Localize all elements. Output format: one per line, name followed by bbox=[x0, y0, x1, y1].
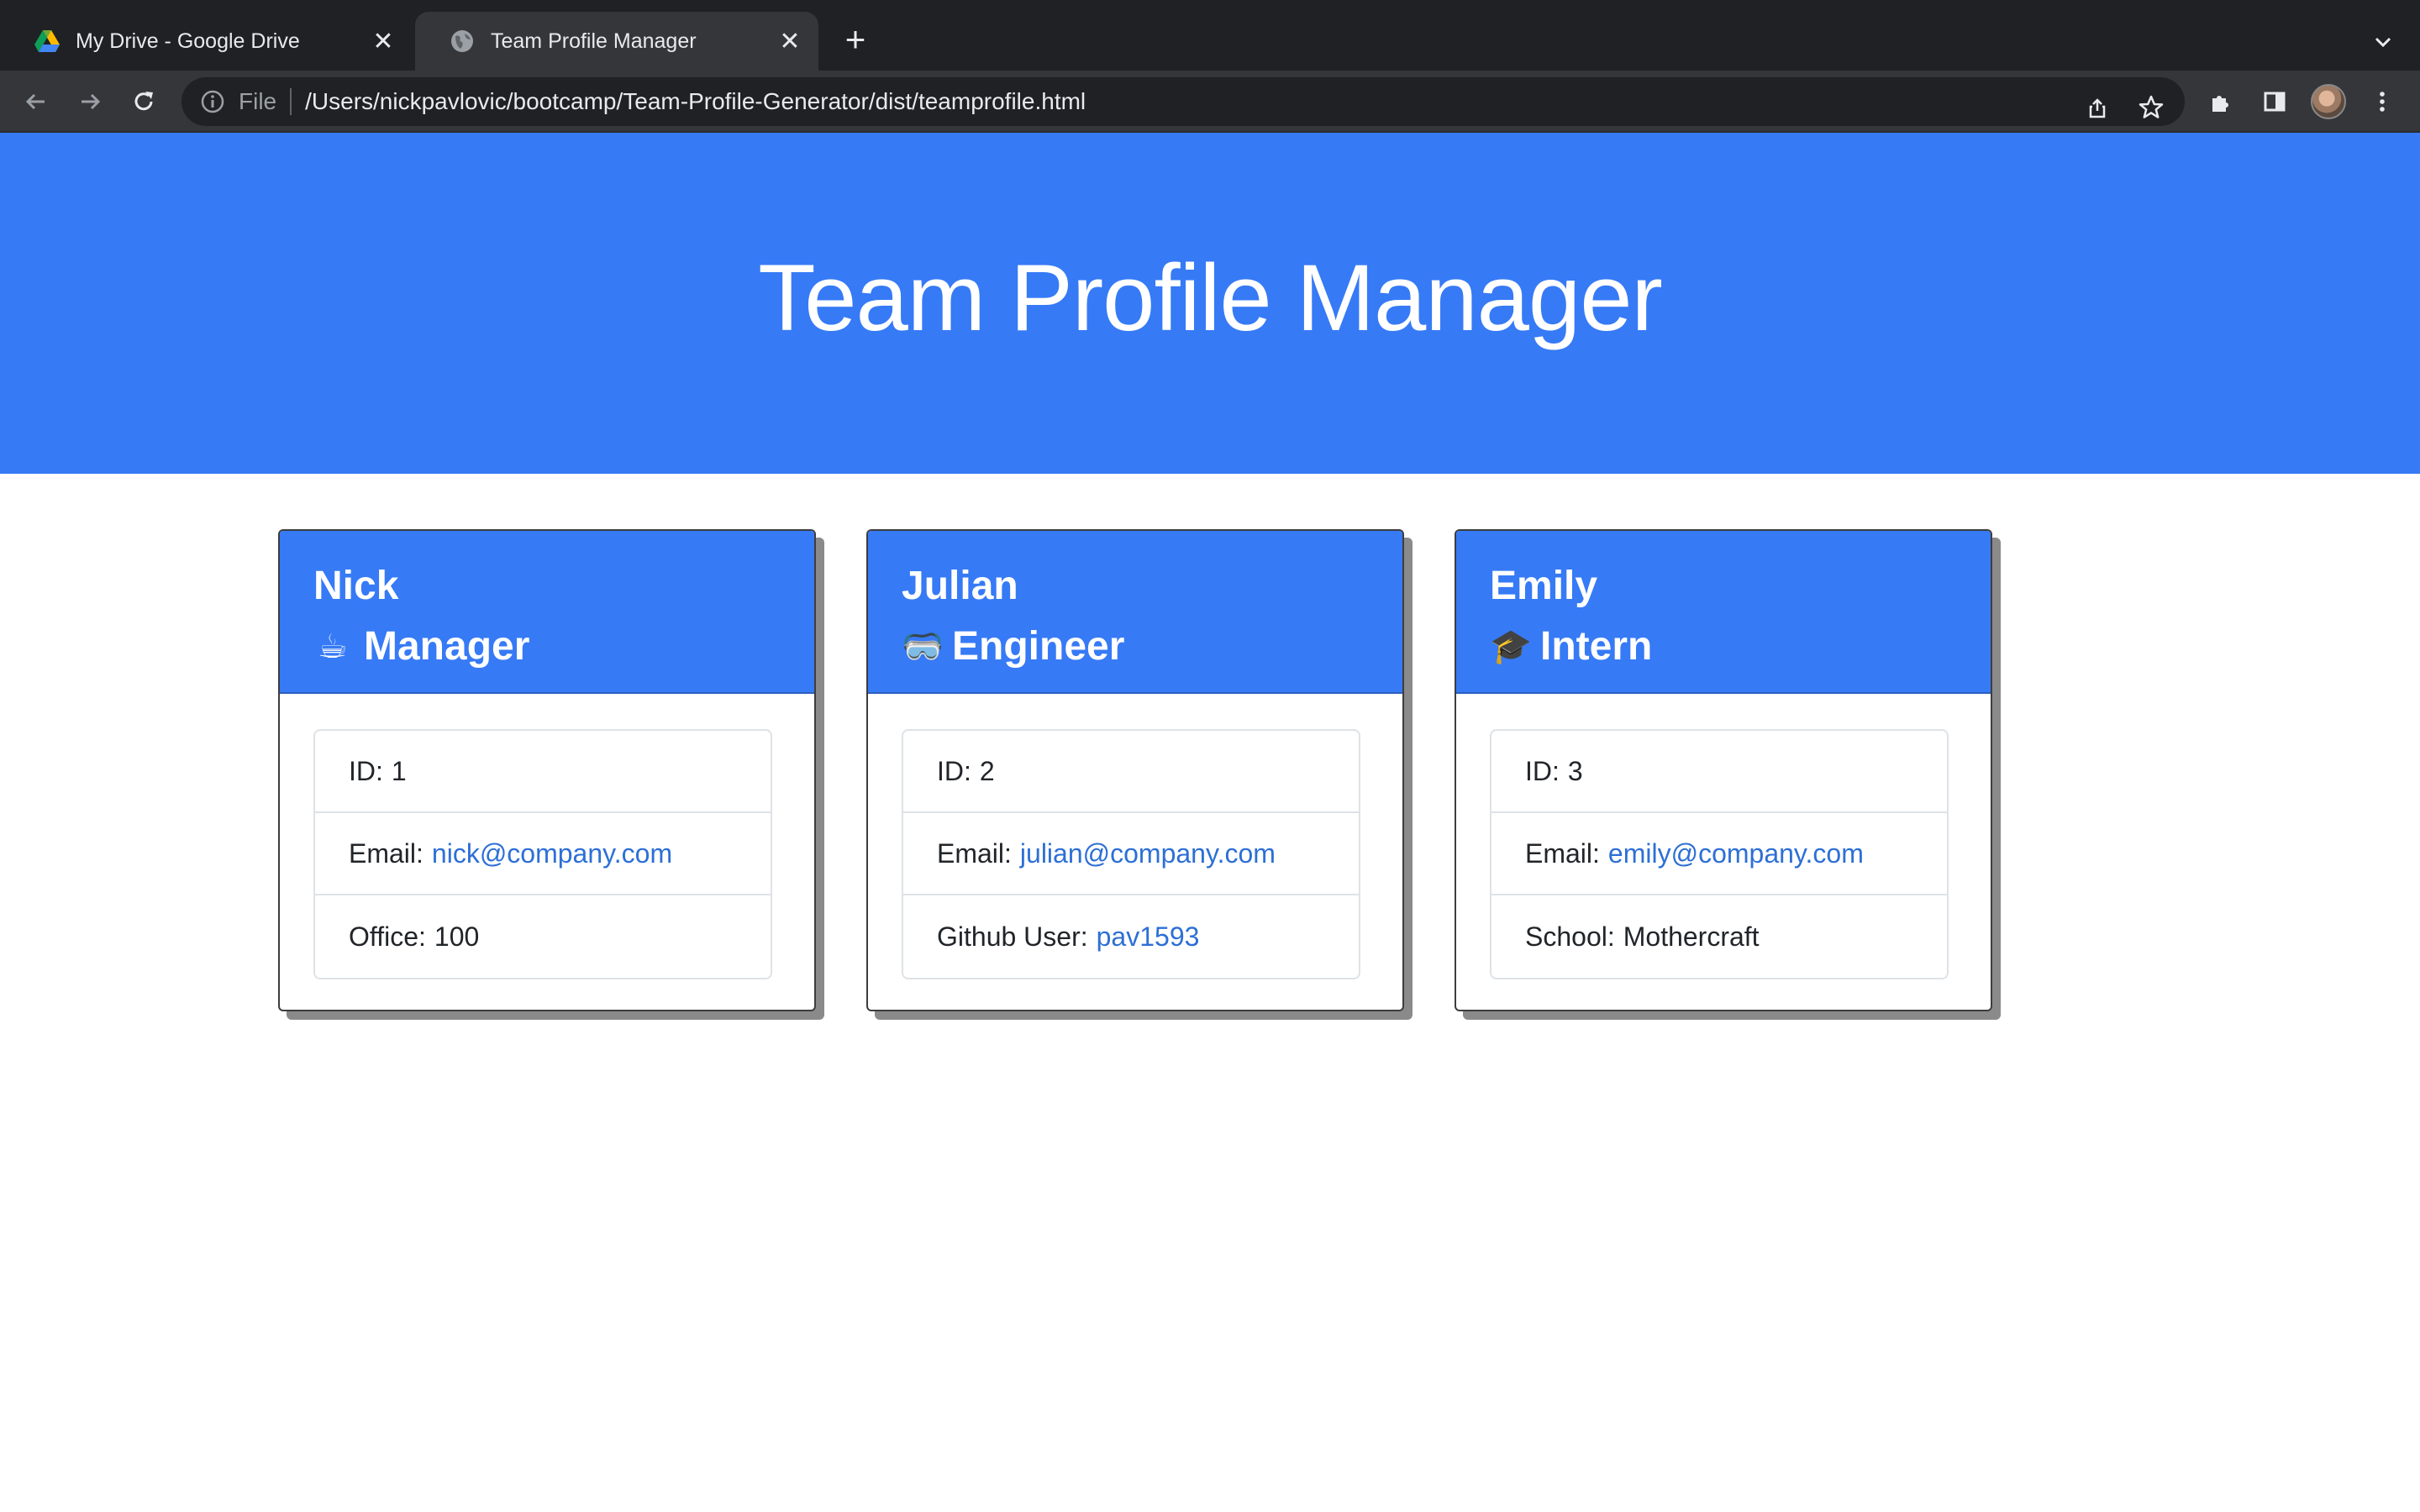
email-link[interactable]: nick@company.com bbox=[432, 838, 672, 869]
list-item-id: ID: 2 bbox=[903, 731, 1359, 813]
browser-toolbar: File /Users/nickpavlovic/bootcamp/Team-P… bbox=[0, 71, 2420, 133]
list-item-office: Office: 100 bbox=[315, 895, 771, 978]
list-item-email: Email: emily@company.com bbox=[1491, 813, 1947, 895]
url-scheme-label: File bbox=[239, 88, 277, 114]
github-link[interactable]: pav1593 bbox=[1097, 921, 1200, 953]
role-label: Manager bbox=[364, 624, 530, 669]
card-header: Julian 🥽 Engineer bbox=[868, 531, 1402, 694]
employee-role: 🥽 Engineer bbox=[902, 617, 1402, 677]
tab-team-profile-manager[interactable]: Team Profile Manager ✕ bbox=[415, 12, 818, 71]
role-label: Engineer bbox=[952, 624, 1125, 669]
employee-card: Julian 🥽 Engineer ID: 2 Email: julian@co… bbox=[866, 529, 1404, 1011]
side-panel-icon[interactable] bbox=[2255, 82, 2294, 121]
role-label: Intern bbox=[1540, 624, 1653, 669]
back-arrow-icon[interactable] bbox=[17, 82, 55, 121]
list-item-email: Email: julian@company.com bbox=[903, 813, 1359, 895]
reload-icon[interactable] bbox=[124, 82, 163, 121]
tab-search-chevron-icon[interactable] bbox=[2366, 25, 2400, 59]
id-value: 2 bbox=[979, 755, 995, 786]
card-header: Emily 🎓 Intern bbox=[1456, 531, 1991, 694]
url-text[interactable]: /Users/nickpavlovic/bootcamp/Team-Profil… bbox=[305, 88, 1086, 115]
email-label: Email: bbox=[1525, 837, 1600, 869]
employee-role: 🎓 Intern bbox=[1490, 617, 1991, 677]
page-content: Team Profile Manager Nick ☕ Manager ID: … bbox=[0, 133, 2420, 1512]
list-item-school: School: Mothercraft bbox=[1491, 895, 1947, 978]
close-icon[interactable]: ✕ bbox=[366, 24, 400, 58]
tab-strip: My Drive - Google Drive ✕ Team Profile M… bbox=[0, 0, 2420, 71]
id-label: ID: bbox=[1525, 755, 1560, 786]
url-separator bbox=[290, 88, 292, 115]
school-value: Mothercraft bbox=[1623, 921, 1760, 952]
goggles-icon: 🥽 bbox=[902, 628, 944, 665]
employee-name: Emily bbox=[1490, 564, 1598, 608]
page-header-banner: Team Profile Manager bbox=[0, 133, 2420, 474]
tab-title: Team Profile Manager bbox=[491, 29, 697, 53]
close-icon[interactable]: ✕ bbox=[773, 24, 807, 58]
employee-card: Emily 🎓 Intern ID: 3 Email: emily@compan… bbox=[1455, 529, 1992, 1011]
graduation-cap-icon: 🎓 bbox=[1490, 628, 1532, 665]
email-label: Email: bbox=[349, 837, 424, 869]
list-item-id: ID: 1 bbox=[315, 731, 771, 813]
profile-avatar[interactable] bbox=[2309, 82, 2348, 121]
office-value: 100 bbox=[434, 921, 480, 952]
employee-details-list: ID: 3 Email: emily@company.com School: M… bbox=[1490, 729, 1949, 979]
email-link[interactable]: emily@company.com bbox=[1608, 838, 1864, 869]
email-label: Email: bbox=[937, 837, 1012, 869]
tab-title: My Drive - Google Drive bbox=[76, 29, 300, 53]
coffee-icon: ☕ bbox=[318, 628, 348, 665]
google-drive-icon bbox=[34, 28, 60, 55]
id-value: 1 bbox=[391, 755, 407, 786]
list-item-github: Github User: pav1593 bbox=[903, 895, 1359, 978]
employee-role: ☕ Manager bbox=[313, 617, 814, 677]
github-label: Github User: bbox=[937, 921, 1088, 952]
forward-arrow-icon[interactable] bbox=[71, 82, 109, 121]
share-icon[interactable] bbox=[2079, 89, 2116, 126]
avatar bbox=[2311, 84, 2346, 119]
employee-name: Julian bbox=[902, 564, 1018, 608]
tab-google-drive[interactable]: My Drive - Google Drive ✕ bbox=[0, 12, 412, 71]
menu-kebab-icon[interactable] bbox=[2363, 82, 2402, 121]
bookmark-star-icon[interactable] bbox=[2133, 89, 2170, 126]
id-label: ID: bbox=[349, 755, 383, 786]
address-bar[interactable]: File /Users/nickpavlovic/bootcamp/Team-P… bbox=[182, 77, 2185, 126]
school-label: School: bbox=[1525, 921, 1615, 952]
info-icon[interactable] bbox=[200, 89, 225, 114]
office-label: Office: bbox=[349, 921, 426, 952]
extensions-puzzle-icon[interactable] bbox=[2202, 82, 2240, 121]
list-item-email: Email: nick@company.com bbox=[315, 813, 771, 895]
page-title: Team Profile Manager bbox=[758, 244, 1663, 350]
employee-name: Nick bbox=[313, 564, 399, 608]
globe-icon bbox=[449, 28, 476, 55]
card-header: Nick ☕ Manager bbox=[280, 531, 814, 694]
list-item-id: ID: 3 bbox=[1491, 731, 1947, 813]
employee-details-list: ID: 1 Email: nick@company.com Office: 10… bbox=[313, 729, 772, 979]
employee-details-list: ID: 2 Email: julian@company.com Github U… bbox=[902, 729, 1360, 979]
employee-card: Nick ☕ Manager ID: 1 Email: nick@company… bbox=[278, 529, 816, 1011]
new-tab-plus-icon[interactable]: + bbox=[837, 22, 874, 59]
id-label: ID: bbox=[937, 755, 971, 786]
id-value: 3 bbox=[1567, 755, 1583, 786]
email-link[interactable]: julian@company.com bbox=[1020, 838, 1276, 869]
